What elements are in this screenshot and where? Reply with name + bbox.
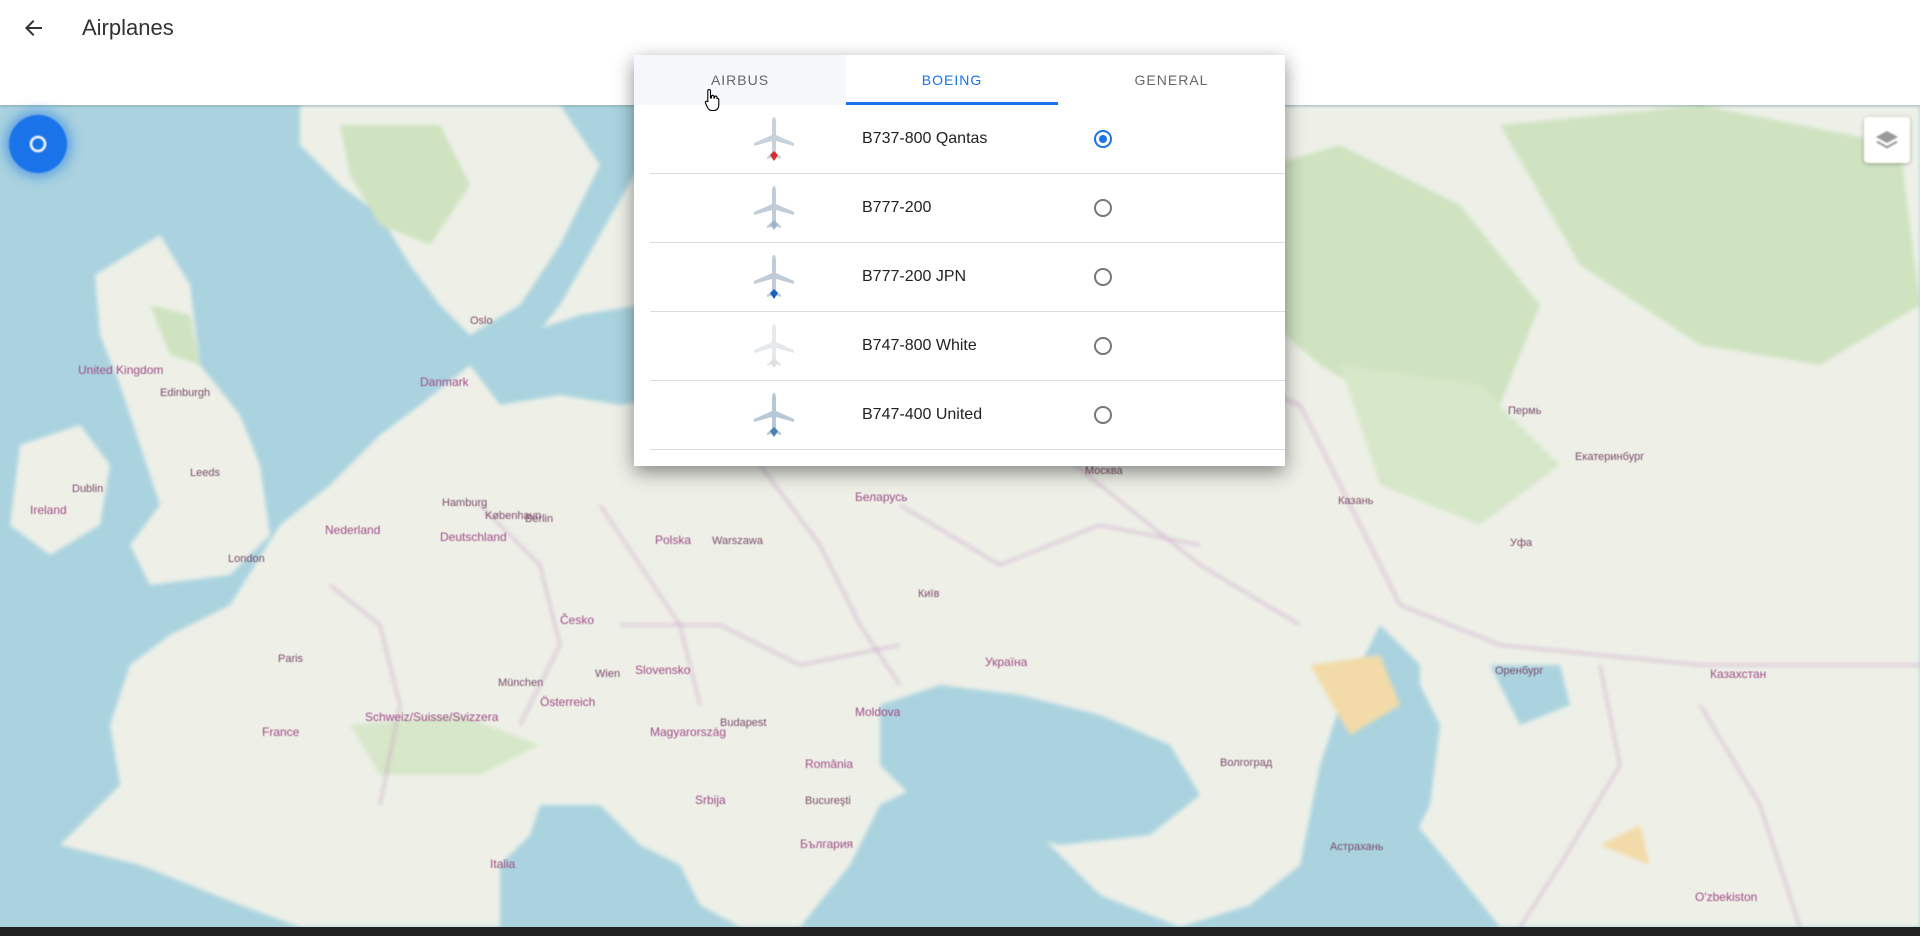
map-label: Österreich — [540, 695, 596, 709]
map-label: London — [228, 553, 265, 565]
airplane-radio[interactable] — [1094, 199, 1112, 217]
map-label: România — [805, 757, 854, 771]
arrow-left-icon — [25, 20, 42, 36]
map-label: United Kingdom — [78, 363, 164, 377]
map-label: Budapest — [720, 717, 767, 729]
map-label: Oslo — [470, 315, 493, 327]
bottom-bar — [0, 927, 1920, 936]
airplane-picker-dialog: AIRBUS BOEING GENERAL B737-800 Qantas B7… — [634, 55, 1285, 466]
airplane-radio[interactable] — [1094, 337, 1112, 355]
map-label: Leeds — [190, 467, 220, 479]
map-label: Danmark — [420, 375, 469, 389]
list-item[interactable]: B777-200 — [650, 174, 1285, 243]
map-label: Москва — [1085, 465, 1123, 477]
list-item[interactable]: B777-200 JPN — [650, 243, 1285, 312]
map-label: Оренбург — [1495, 665, 1544, 677]
map-label: Астрахань — [1330, 841, 1384, 853]
list-item[interactable]: B737-800 Qantas — [650, 105, 1285, 174]
back-button[interactable] — [18, 12, 50, 44]
map-label: Česko — [560, 613, 595, 627]
map-label: Schweiz/Suisse/Svizzera — [365, 710, 499, 724]
airplane-list: B737-800 Qantas B777-200 B777-200 JPN B7… — [650, 105, 1285, 450]
map-label: Warszawa — [712, 535, 763, 547]
map-label: France — [262, 725, 300, 739]
map-label: Polska — [655, 533, 692, 547]
page-title: Airplanes — [82, 15, 174, 40]
list-item[interactable]: B747-800 White — [650, 312, 1285, 381]
map-label: Уфа — [1510, 537, 1533, 549]
list-item[interactable]: B747-400 United — [650, 381, 1285, 450]
airplane-name: B737-800 Qantas — [862, 130, 988, 147]
map-label: Беларусь — [855, 490, 908, 504]
airplane-icon — [754, 186, 794, 230]
tab-general[interactable]: GENERAL — [1058, 55, 1285, 105]
map-label: Magyarország — [650, 725, 727, 739]
map-label: Wien — [595, 668, 621, 680]
map-label: München — [498, 677, 544, 689]
map-label: Казань — [1338, 495, 1374, 507]
map-label: Україна — [985, 655, 1028, 669]
map-label: Київ — [918, 588, 940, 600]
map-label: O'zbekiston — [1695, 890, 1758, 904]
airplane-icon — [754, 117, 794, 161]
map-label: Пермь — [1508, 405, 1542, 417]
hand-cursor-icon — [704, 88, 720, 112]
map-label: България — [800, 837, 854, 851]
airplane-radio[interactable] — [1094, 268, 1112, 286]
map-label: Dublin — [72, 483, 104, 495]
tab-airbus[interactable]: AIRBUS — [634, 55, 846, 105]
tab-bar: AIRBUS BOEING GENERAL — [634, 55, 1285, 105]
map-label: Moldova — [855, 705, 901, 719]
map-label: Edinburgh — [160, 387, 211, 399]
map-label: Paris — [278, 653, 304, 665]
airplane-icon — [754, 393, 794, 437]
map-label: Волгоград — [1220, 757, 1273, 769]
airplane-icon — [754, 255, 794, 299]
airplane-name: B747-400 United — [862, 406, 983, 423]
map-label: Slovensko — [635, 663, 691, 677]
map-label: Ireland — [30, 503, 67, 517]
tab-boeing[interactable]: BOEING — [846, 55, 1058, 105]
map-label: Екатеринбург — [1575, 451, 1645, 463]
layers-icon — [1876, 131, 1898, 149]
map-label: Italia — [490, 857, 516, 871]
map-label: København — [485, 510, 542, 522]
airplane-radio[interactable] — [1094, 130, 1112, 148]
layers-button[interactable] — [1864, 117, 1910, 163]
map-label: Hamburg — [442, 497, 488, 509]
map-label: Bucureşti — [805, 795, 851, 807]
airplane-name: B777-200 — [862, 199, 932, 216]
airplane-name: B777-200 JPN — [862, 268, 967, 285]
my-location-button[interactable] — [9, 115, 67, 173]
airplane-name: B747-800 White — [862, 337, 977, 354]
airplane-radio[interactable] — [1094, 406, 1112, 424]
map-label: Nederland — [325, 523, 381, 537]
airplane-icon — [754, 324, 794, 368]
my-location-icon — [29, 135, 47, 153]
map-label: Deutschland — [440, 530, 507, 544]
map-label: Srbija — [695, 793, 726, 807]
map-label: Казахстан — [1710, 667, 1767, 681]
